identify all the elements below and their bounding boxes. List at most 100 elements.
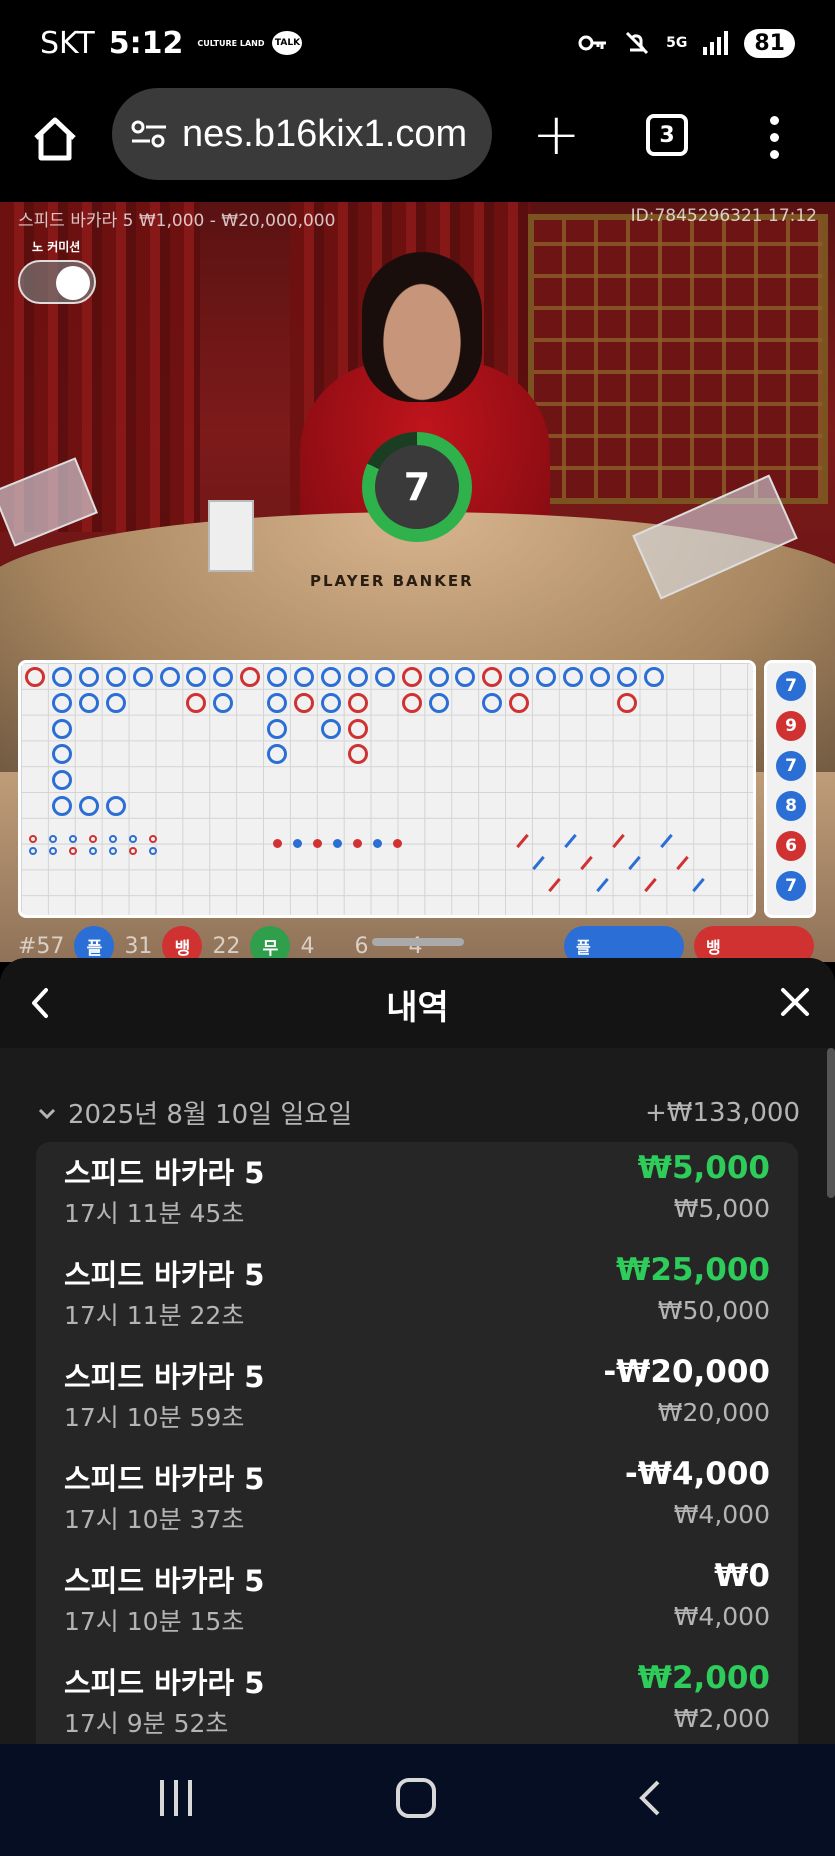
road-mark <box>676 855 689 871</box>
no-commission-label: 노 커미션 <box>32 240 81 254</box>
home-nav-icon[interactable] <box>396 1778 436 1818</box>
bet-time: 17시 10분 37초 <box>64 1505 245 1534</box>
battery-indicator: 81 <box>744 28 795 58</box>
road-bead <box>213 692 234 713</box>
scrollbar[interactable] <box>827 1048 835 1198</box>
road-bead <box>320 667 341 687</box>
carrier-label: SKT <box>40 25 95 61</box>
bead-number: 7 <box>776 671 806 701</box>
road-bead <box>347 744 368 765</box>
road-bead <box>401 692 422 713</box>
network-5g-icon: 5G <box>666 35 688 51</box>
bet-amount: ₩5,000 <box>673 1194 770 1223</box>
road-mark <box>532 855 545 871</box>
bet-result: -₩20,000 <box>603 1354 770 1390</box>
table-info: 스피드 바카라 5 ₩1,000 - ₩20,000,000 <box>18 211 336 231</box>
road-bead <box>616 692 637 713</box>
recents-icon[interactable] <box>160 1780 192 1816</box>
road-bead <box>294 667 314 687</box>
road-mark <box>393 839 402 848</box>
road-mark <box>612 833 625 849</box>
game-name: 스피드 바카라 5 <box>64 1462 265 1496</box>
no-commission-toggle[interactable] <box>18 260 96 304</box>
road-mark <box>293 839 302 848</box>
address-bar[interactable]: nes.b16kix1.com <box>112 88 492 180</box>
road-bead <box>132 667 153 687</box>
bet-result: ₩0 <box>714 1558 770 1594</box>
road-bead <box>536 667 557 687</box>
road-bead <box>186 692 207 713</box>
date-group-header[interactable]: 2025년 8월 10일 일요일 +₩133,000 <box>36 1094 800 1131</box>
road-mark <box>516 833 529 849</box>
road-bead <box>105 692 126 713</box>
system-nav-bar <box>0 1744 835 1856</box>
history-item[interactable]: 스피드 바카라 5 17시 10분 37초 -₩4,000 ₩4,000 <box>36 1448 798 1550</box>
road-bead <box>347 667 368 687</box>
chevron-down-icon <box>38 1108 56 1119</box>
road-mark <box>129 847 137 855</box>
bead-number: 6 <box>776 831 806 861</box>
tabs-icon[interactable]: 3 <box>646 114 688 156</box>
tab-count: 3 <box>659 122 675 148</box>
history-item[interactable]: 스피드 바카라 5 17시 11분 22초 ₩25,000 ₩50,000 <box>36 1244 798 1346</box>
road-bead <box>267 718 288 739</box>
road-mark <box>564 833 577 849</box>
ask-banker-button[interactable]: 뱅 <box>694 926 814 962</box>
bead-road-column: 7 9 7 8 6 7 <box>764 660 816 918</box>
plus-icon[interactable]: + <box>532 105 581 163</box>
road-mark <box>29 847 37 855</box>
road-bead <box>509 692 530 713</box>
bead-number: 9 <box>776 711 806 741</box>
road-mark <box>89 835 97 843</box>
bet-amount: ₩4,000 <box>673 1602 770 1631</box>
road-mark <box>149 847 157 855</box>
game-name: 스피드 바카라 5 <box>64 1156 265 1190</box>
road-bead <box>51 718 72 739</box>
road-bead <box>78 692 99 713</box>
notification-icons: CULTURE LAND TALK <box>197 31 303 55</box>
road-bead <box>589 667 610 687</box>
table-print: PLAYER BANKER <box>310 572 474 590</box>
road-bead <box>428 692 449 713</box>
road-mark <box>89 847 97 855</box>
road-mark <box>548 877 561 893</box>
road-bead <box>51 770 72 791</box>
close-icon[interactable] <box>775 982 815 1022</box>
live-video-stream: PLAYER BANKER 스피드 바카라 5 ₩1,000 - ₩20,000… <box>0 202 835 962</box>
bet-time: 17시 11분 22초 <box>64 1301 245 1330</box>
road-mark <box>692 877 705 893</box>
road-bead <box>401 667 422 687</box>
road-bead <box>25 667 45 687</box>
date-total: +₩133,000 <box>644 1097 800 1128</box>
road-mark <box>273 839 282 848</box>
road-mark <box>373 839 382 848</box>
road-bead <box>563 667 583 687</box>
game-name: 스피드 바카라 5 <box>64 1360 265 1394</box>
history-item[interactable]: 스피드 바카라 5 17시 10분 59초 -₩20,000 ₩20,000 <box>36 1346 798 1448</box>
history-item[interactable]: 스피드 바카라 5 17시 10분 15초 ₩0 ₩4,000 <box>36 1550 798 1652</box>
road-mark <box>628 855 641 871</box>
bet-time: 17시 10분 59초 <box>64 1403 245 1432</box>
bet-result: ₩2,000 <box>637 1660 770 1696</box>
culture-land-icon: CULTURE LAND <box>197 38 265 48</box>
road-mark <box>109 847 117 855</box>
road-bead <box>347 718 368 739</box>
history-item[interactable]: 스피드 바카라 5 17시 9분 52초 ₩2,000 ₩2,000 <box>36 1652 798 1744</box>
road-bead <box>428 667 449 687</box>
pair-count-1: 6 <box>354 933 369 959</box>
bet-result: -₩4,000 <box>624 1456 770 1492</box>
ask-player-button[interactable]: 플 <box>564 926 684 962</box>
road-bead <box>267 692 288 713</box>
bead-number: 7 <box>776 871 806 901</box>
back-nav-icon[interactable] <box>636 1778 664 1818</box>
ask-banker-label: 뱅 <box>706 938 721 957</box>
kakaotalk-icon: TALK <box>272 31 303 55</box>
sheet-drag-handle[interactable] <box>372 938 464 946</box>
game-name: 스피드 바카라 5 <box>64 1666 265 1700</box>
home-icon[interactable] <box>30 114 80 164</box>
date-label: 2025년 8월 10일 일요일 <box>68 1100 353 1130</box>
road-mark <box>333 839 342 848</box>
site-settings-icon[interactable] <box>130 119 168 149</box>
history-item[interactable]: 스피드 바카라 5 17시 11분 45초 ₩5,000 ₩5,000 <box>36 1142 798 1244</box>
more-icon[interactable] <box>770 116 779 159</box>
